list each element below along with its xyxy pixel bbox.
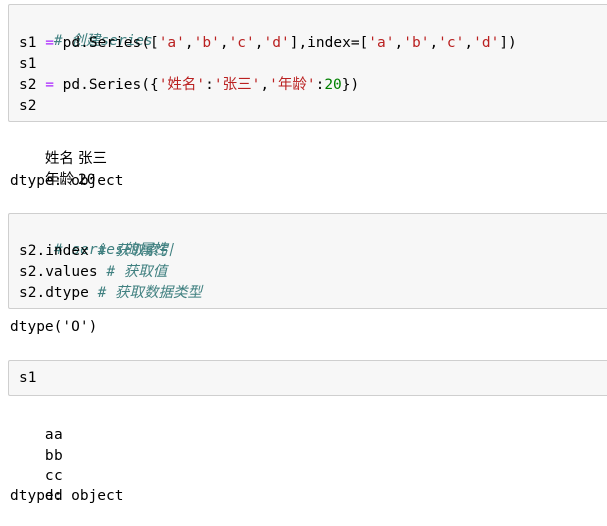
code-line: s1 — [19, 368, 36, 388]
code-string: 'c' — [438, 35, 465, 51]
code-comment: # 获取数据类型 — [97, 285, 203, 301]
output-row: 年龄 20 — [10, 150, 96, 188]
code-line: s1 = pd.Series(['a','b','c','d'],index=[… — [19, 35, 517, 51]
output-dtype: dtype: object — [10, 173, 124, 189]
code-cell-2-output: dtype('O') — [10, 319, 98, 335]
code-line: s2 = pd.Series({'姓名':'张三','年龄':20}) — [19, 75, 359, 95]
code-token: : — [315, 77, 325, 93]
code-string: '姓名' — [158, 77, 206, 93]
code-token: ]) — [499, 35, 517, 51]
code-cell-3-input[interactable]: s1 — [8, 360, 607, 396]
code-token: }) — [341, 77, 360, 93]
code-token: s2 — [19, 77, 37, 93]
output-row: cc — [10, 446, 63, 484]
code-token: : — [205, 77, 214, 93]
code-token: s1 — [19, 370, 37, 386]
code-comment: # 获取值 — [106, 264, 168, 280]
output-value: 张三 — [78, 151, 107, 167]
code-string: 'a' — [158, 35, 185, 51]
output-row: bb — [10, 426, 63, 464]
code-string: '张三' — [213, 77, 261, 93]
code-token: s1 — [19, 35, 37, 51]
code-string: '年龄' — [269, 77, 316, 93]
code-line: # 创建series — [19, 11, 153, 49]
code-line: s1 — [19, 54, 36, 74]
code-token: , — [260, 77, 270, 93]
output-value: b — [54, 448, 63, 464]
code-cell-1-input[interactable]: # 创建series s1 = pd.Series(['a','b','c','… — [8, 4, 607, 122]
code-token: s2.dtype — [19, 285, 89, 301]
output-dtype: dtype: object — [10, 488, 124, 504]
code-string: 'b' — [193, 35, 220, 51]
code-token: s1 — [19, 56, 37, 72]
code-string: 'd' — [263, 35, 290, 51]
code-token: s2.index — [19, 243, 89, 259]
code-line: s2.values # 获取值 — [19, 262, 167, 282]
code-comment: # 获取索引 — [97, 243, 174, 259]
code-line: s2.dtype # 获取数据类型 — [19, 283, 202, 303]
code-token: s2 — [19, 98, 37, 114]
code-token: ],index=[ — [289, 35, 369, 51]
code-cell-2-input[interactable]: # series的属性 s2.index # 获取索引 s2.values # … — [8, 213, 607, 309]
code-string: 'a' — [368, 35, 395, 51]
code-operator: = — [45, 35, 54, 51]
code-token: s2.values — [19, 264, 98, 280]
code-token: pd.Series({ — [62, 77, 159, 93]
code-operator: = — [45, 77, 54, 93]
code-token: pd.Series([ — [62, 35, 159, 51]
output-value: a — [54, 427, 63, 443]
code-string: 'd' — [473, 35, 500, 51]
output-value: c — [54, 468, 63, 484]
code-line: s2.index # 获取索引 — [19, 241, 173, 261]
output-row: dd — [10, 466, 63, 504]
code-line: # series的属性 — [19, 220, 167, 258]
code-string: 'b' — [403, 35, 430, 51]
code-string: 'c' — [228, 35, 255, 51]
code-line: s2 — [19, 96, 36, 116]
code-number: 20 — [324, 77, 342, 93]
output-row: 姓名 张三 — [10, 129, 107, 167]
output-row: aa — [10, 405, 63, 443]
